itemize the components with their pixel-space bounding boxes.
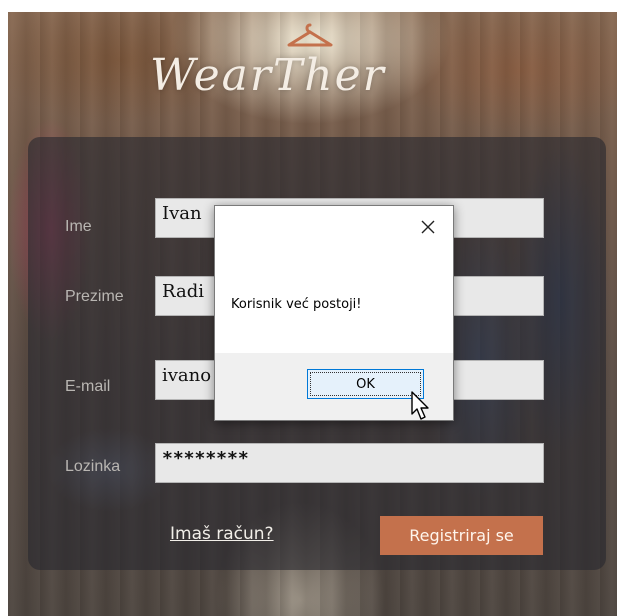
window-frame-left bbox=[0, 0, 8, 616]
last-name-label: Prezime bbox=[65, 288, 124, 305]
password-input[interactable]: ******** bbox=[155, 443, 544, 483]
message-dialog: Korisnik već postoji! OK bbox=[214, 205, 454, 421]
window-frame-top bbox=[0, 0, 623, 12]
first-name-label: Ime bbox=[65, 218, 92, 235]
register-button[interactable]: Registriraj se bbox=[380, 516, 543, 555]
close-x-glyph bbox=[421, 220, 435, 234]
password-label: Lozinka bbox=[65, 458, 121, 475]
logo: WearTher bbox=[140, 20, 480, 120]
dialog-message: Korisnik već postoji! bbox=[231, 297, 362, 312]
logo-text: WearTher bbox=[150, 50, 386, 101]
hanger-icon bbox=[287, 23, 333, 47]
focus-rect bbox=[310, 372, 421, 396]
window-frame-right bbox=[617, 0, 623, 616]
app-window: WearTher Ime Ivan Prezime Radi E-mail iv… bbox=[0, 0, 623, 616]
email-label: E-mail bbox=[65, 378, 111, 395]
close-icon[interactable] bbox=[413, 212, 443, 242]
ok-button[interactable]: OK bbox=[307, 369, 424, 399]
dialog-footer: OK bbox=[215, 353, 453, 420]
have-account-link[interactable]: Imaš račun? bbox=[170, 524, 274, 544]
